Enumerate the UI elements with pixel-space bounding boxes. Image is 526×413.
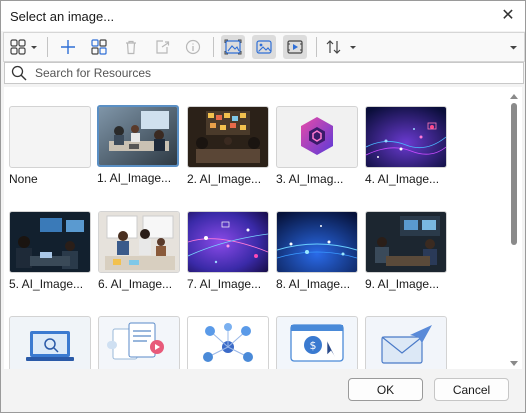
search-input[interactable]	[35, 64, 505, 81]
gallery-item-label: 3. AI_Imag...	[276, 172, 344, 186]
gallery-item-label: None	[9, 172, 38, 186]
select-image-dialog: Select an image... ✕ Search for Resource…	[0, 0, 526, 413]
delete-icon	[126, 40, 136, 55]
image-thumbnail	[187, 211, 269, 273]
gallery-item-label: 1. AI_Image...	[97, 171, 172, 185]
image-thumbnail	[276, 106, 358, 168]
close-icon[interactable]: ✕	[497, 5, 519, 27]
gallery-item-label: 4. AI_Image...	[365, 172, 440, 186]
image-icon	[256, 40, 272, 54]
delete-button[interactable]	[120, 35, 142, 59]
search-icon	[11, 65, 27, 81]
view-mode-icon	[10, 39, 37, 55]
dialog-title: Select an image...	[10, 9, 115, 24]
gallery-item-label: 5. AI_Image...	[9, 277, 84, 291]
image-thumbnail	[97, 105, 179, 167]
toolbar-separator	[213, 37, 214, 57]
export-button[interactable]	[151, 35, 173, 59]
image-gallery: None 1. AI_Image... 2. AI_Image... 3. AI…	[4, 87, 522, 369]
info-icon	[185, 39, 201, 55]
gallery-item-label: 7. AI_Image...	[187, 277, 262, 291]
gallery-item-6[interactable]: 6. AI_Image...	[98, 211, 182, 291]
laptop-search-icon	[26, 331, 74, 361]
more-options-button[interactable]	[507, 35, 521, 59]
gallery-item-12[interactable]	[187, 316, 271, 369]
image-thumbnail	[187, 106, 269, 168]
image-thumbnail	[365, 211, 447, 273]
gallery-item-none[interactable]: None	[9, 106, 93, 186]
gallery-item-2[interactable]: 2. AI_Image...	[187, 106, 271, 186]
image-thumbnail	[9, 211, 91, 273]
title-bar: Select an image... ✕	[1, 1, 525, 31]
gallery-item-1[interactable]: 1. AI_Image...	[97, 105, 181, 185]
group-button[interactable]	[88, 35, 110, 59]
image-thumbnail	[98, 316, 180, 369]
image-thumbnail	[365, 316, 447, 369]
search-bar	[4, 62, 524, 84]
toolbar	[3, 32, 525, 62]
image-thumbnail	[9, 316, 91, 369]
payment-icon: $	[290, 324, 344, 362]
gallery-item-5[interactable]: 5. AI_Image...	[9, 211, 93, 291]
cancel-button[interactable]: Cancel	[434, 378, 509, 401]
gallery-item-9[interactable]: 9. AI_Image...	[365, 211, 449, 291]
gallery-item-14[interactable]	[365, 316, 449, 369]
gallery-item-4[interactable]: 4. AI_Image...	[365, 106, 449, 186]
sort-icon	[326, 40, 356, 54]
toolbar-separator	[316, 37, 317, 57]
gallery-item-10[interactable]	[9, 316, 93, 369]
gallery-item-13[interactable]: $	[276, 316, 360, 369]
sort-button[interactable]	[323, 35, 359, 59]
add-icon	[61, 40, 75, 54]
image-fit-button[interactable]	[221, 35, 245, 59]
image-button[interactable]	[252, 35, 276, 59]
image-fit-icon	[224, 39, 242, 55]
gallery-item-label: 6. AI_Image...	[98, 277, 173, 291]
scrollbar-thumb[interactable]	[511, 103, 517, 245]
info-button[interactable]	[182, 35, 204, 59]
image-thumbnail	[365, 106, 447, 168]
svg-text:$: $	[310, 339, 317, 352]
image-thumbnail	[98, 211, 180, 273]
view-mode-button[interactable]	[7, 35, 41, 59]
gallery-item-label: 2. AI_Image...	[187, 172, 262, 186]
ok-button[interactable]: OK	[348, 378, 423, 401]
video-icon	[287, 40, 303, 54]
dialog-footer: OK Cancel	[1, 369, 525, 412]
more-options-icon	[510, 46, 517, 50]
gallery-item-3[interactable]: 3. AI_Imag...	[276, 106, 360, 186]
gallery-item-7[interactable]: 7. AI_Image...	[187, 211, 271, 291]
documents-icon	[107, 322, 164, 360]
scroll-down-arrow-icon[interactable]	[510, 361, 518, 366]
export-icon	[156, 40, 170, 54]
people-network-icon	[203, 323, 253, 362]
image-thumbnail: $	[276, 316, 358, 369]
empty-thumbnail	[9, 106, 91, 168]
toolbar-separator	[47, 37, 48, 57]
video-button[interactable]	[283, 35, 307, 59]
image-thumbnail	[276, 211, 358, 273]
gallery-item-label: 9. AI_Image...	[365, 277, 440, 291]
image-thumbnail	[187, 316, 269, 369]
gallery-item-8[interactable]: 8. AI_Image...	[276, 211, 360, 291]
gallery-scrollbar[interactable]	[509, 93, 519, 369]
gallery-item-11[interactable]	[98, 316, 182, 369]
email-icon	[381, 325, 432, 364]
group-icon	[91, 39, 107, 55]
gallery-item-label: 8. AI_Image...	[276, 277, 351, 291]
scroll-up-arrow-icon[interactable]	[510, 94, 518, 99]
add-button[interactable]	[57, 35, 79, 59]
